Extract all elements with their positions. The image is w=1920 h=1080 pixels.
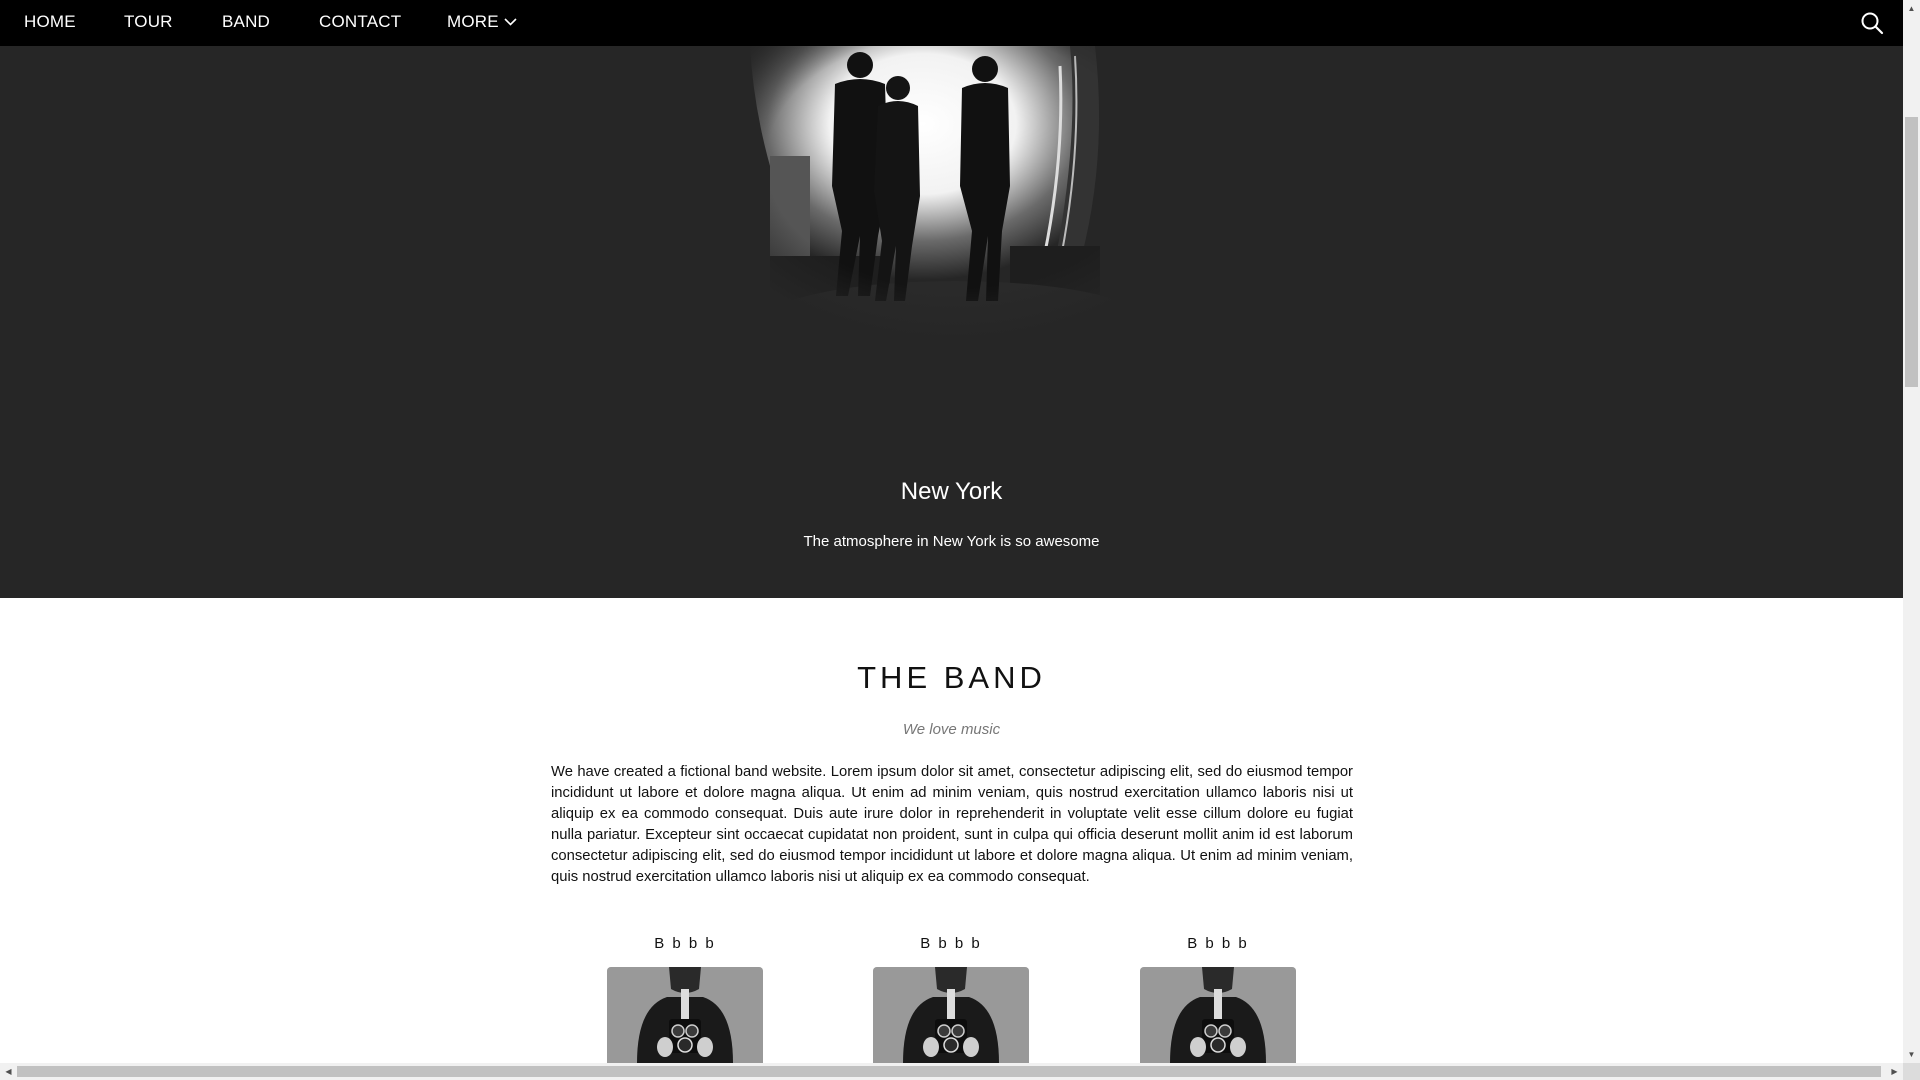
hero-title: New York xyxy=(900,478,1003,505)
nav-more-dropdown[interactable]: MORE xyxy=(447,0,517,46)
scroll-down-arrow-icon[interactable]: ▼ xyxy=(1903,1046,1920,1063)
band-member-photo[interactable] xyxy=(873,967,1029,1063)
scroll-right-arrow-icon[interactable]: ▶ xyxy=(1886,1063,1903,1080)
nav-band-link[interactable]: BAND xyxy=(222,0,270,46)
band-member-card: B b b b xyxy=(873,935,1029,1063)
hero-photo xyxy=(710,46,1200,376)
band-section-title: THE BAND xyxy=(857,660,1046,695)
band-member-card: B b b b xyxy=(1140,935,1296,1063)
hero-slide: New York The atmosphere in New York is s… xyxy=(0,46,1903,598)
chevron-down-icon xyxy=(504,0,517,43)
scroll-up-arrow-icon[interactable]: ▲ xyxy=(1903,0,1920,17)
nav-more-label: MORE xyxy=(447,12,499,31)
band-member-photo[interactable] xyxy=(607,967,763,1063)
nav-tour-link[interactable]: TOUR xyxy=(124,0,173,46)
scroll-left-arrow-icon[interactable]: ◀ xyxy=(0,1063,17,1080)
scrollbar-corner xyxy=(1903,1063,1920,1080)
band-member-card: B b b b xyxy=(607,935,763,1063)
vertical-scrollbar[interactable]: ▲ ▼ xyxy=(1903,0,1920,1063)
band-tagline: We love music xyxy=(902,721,1001,738)
horizontal-scroll-thumb[interactable] xyxy=(17,1066,1881,1077)
band-section: THE BAND We love music We have created a… xyxy=(0,598,1903,1063)
search-icon xyxy=(1861,12,1884,35)
nav-home-link[interactable]: HOME xyxy=(24,0,76,46)
band-member-photo[interactable] xyxy=(1140,967,1296,1063)
band-description: We have created a fictional band website… xyxy=(551,764,1353,885)
top-navbar: HOME TOUR BAND CONTACT MORE xyxy=(0,0,1903,46)
search-button[interactable] xyxy=(1859,10,1885,36)
band-member-name: B b b b xyxy=(920,935,982,952)
hero-caption: The atmosphere in New York is so awesome xyxy=(803,533,1100,550)
band-member-name: B b b b xyxy=(1187,935,1249,952)
band-member-name: B b b b xyxy=(654,935,716,952)
nav-contact-link[interactable]: CONTACT xyxy=(319,0,401,46)
horizontal-scrollbar[interactable]: ◀ ▶ xyxy=(0,1063,1903,1080)
page-viewport: HOME TOUR BAND CONTACT MORE New York The… xyxy=(0,0,1903,1063)
vertical-scroll-thumb[interactable] xyxy=(1905,117,1918,387)
